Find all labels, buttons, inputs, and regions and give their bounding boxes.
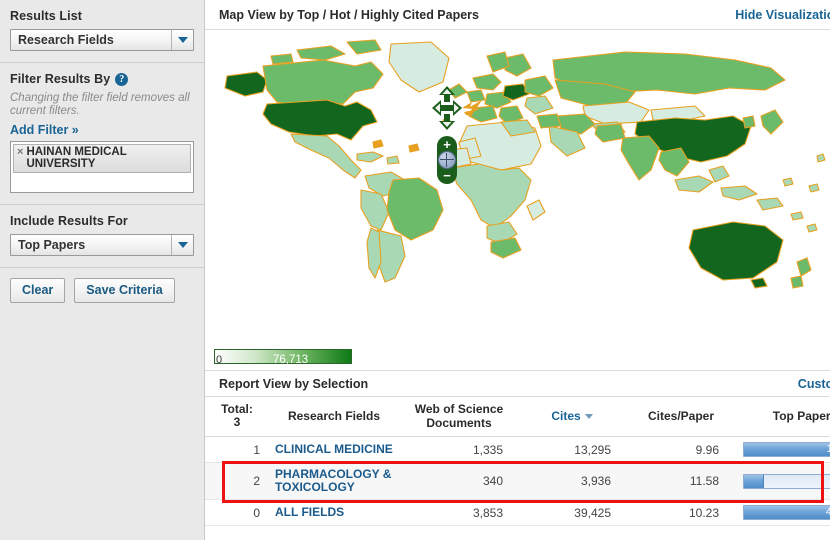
table-header-row: Total: 3 Research Fields Web of Science … (205, 397, 830, 437)
help-icon[interactable]: ? (115, 72, 129, 86)
row-cites: 3,936 (519, 462, 625, 500)
row-cites: 39,425 (519, 499, 625, 526)
filter-chip-label: HAINAN MEDICAL UNIVERSITY (26, 146, 127, 170)
globe-icon[interactable] (438, 151, 456, 169)
wos-line2: Documents (426, 416, 492, 430)
map-navigation-controls[interactable]: + − (432, 86, 482, 184)
col-header-cites[interactable]: Cites (519, 397, 625, 437)
filter-results-label: Filter Results By (10, 72, 111, 86)
include-results-select[interactable]: Top Papers (10, 234, 194, 256)
add-filter-link[interactable]: Add Filter » (10, 123, 194, 137)
zoom-out-button[interactable]: − (437, 169, 457, 182)
pan-compass-icon[interactable] (432, 86, 482, 130)
row-wos-documents: 1,335 (399, 436, 519, 463)
row-wos-documents: 340 (399, 462, 519, 500)
row-rank: 0 (253, 505, 260, 520)
row-rank: 1 (253, 442, 260, 457)
sidebar: Results List Research Fields Filter Resu… (0, 0, 205, 540)
research-field-link[interactable]: ALL FIELDS (275, 506, 393, 519)
top-papers-value: 42 (826, 506, 830, 519)
close-icon[interactable]: × (17, 146, 23, 158)
col-header-cites-per-paper: Cites/Paper (625, 397, 737, 437)
col-header-research-fields: Research Fields (269, 397, 399, 437)
row-cites-per-paper: 10.23 (625, 499, 737, 526)
report-header: Report View by Selection Customize (205, 370, 830, 397)
research-field-link[interactable]: CLINICAL MEDICINE (275, 443, 393, 456)
filter-results-title: Filter Results By ? (10, 72, 194, 86)
chevron-down-icon[interactable] (171, 30, 193, 50)
total-label: Total: (221, 402, 253, 416)
legend-max-value: 76,713 (273, 354, 309, 366)
results-list-section: Results List Research Fields (0, 0, 204, 63)
hide-visualization-button[interactable]: Hide Visualization (735, 8, 830, 22)
wos-line1: Web of Science (414, 402, 504, 416)
row-cites: 13,295 (519, 436, 625, 463)
visualization-header: Map View by Top / Hot / Highly Cited Pap… (205, 0, 830, 30)
total-value: 3 (233, 415, 241, 429)
top-papers-bar-fill (744, 474, 764, 488)
col-header-top-papers: Top Papers (737, 397, 830, 437)
results-list-value: Research Fields (18, 33, 114, 47)
top-papers-bar: 11 (743, 442, 830, 457)
chevron-down-icon[interactable] (171, 235, 193, 255)
map-view[interactable]: + − 0 76,713 (205, 30, 830, 370)
table-body: 1 CLINICAL MEDICINE 1,335 13,295 9.96 11… (205, 436, 830, 526)
map-zoom-slider[interactable]: + − (437, 136, 457, 184)
table-head: Total: 3 Research Fields Web of Science … (205, 397, 830, 437)
include-results-title: Include Results For (10, 214, 128, 228)
map-view-title: Map View by Top / Hot / Highly Cited Pap… (219, 7, 479, 22)
include-results-section: Include Results For Top Papers (0, 205, 204, 268)
row-wos-documents: 3,853 (399, 499, 519, 526)
results-list-select[interactable]: Research Fields (10, 29, 194, 51)
row-rank: 2 (253, 474, 260, 488)
filter-results-section: Filter Results By ? Changing the filter … (0, 63, 204, 205)
report-table: Total: 3 Research Fields Web of Science … (205, 397, 830, 526)
results-list-title: Results List (10, 9, 83, 23)
app-root: Results List Research Fields Filter Resu… (0, 0, 830, 540)
top-papers-value: 11 (827, 443, 830, 456)
filter-chip[interactable]: × HAINAN MEDICAL UNIVERSITY (13, 144, 191, 173)
table-row[interactable]: 1 CLINICAL MEDICINE 1,335 13,295 9.96 11 (205, 436, 830, 463)
col-header-wos-documents: Web of Science Documents (399, 397, 519, 437)
cites-sort-label[interactable]: Cites (551, 409, 580, 423)
row-cites-per-paper: 9.96 (625, 436, 737, 463)
filter-note: Changing the filter field removes all cu… (10, 92, 190, 117)
hide-visualization-label: Hide Visualization (735, 7, 830, 22)
top-papers-bar: 42 (743, 505, 830, 520)
filter-chip-list[interactable]: × HAINAN MEDICAL UNIVERSITY (10, 141, 194, 193)
legend-min-value: 0 (216, 354, 223, 366)
row-cites-per-paper: 11.58 (625, 462, 737, 500)
research-field-link[interactable]: PHARMACOLOGY & TOXICOLOGY (275, 468, 393, 494)
world-choropleth-map[interactable] (205, 30, 826, 340)
report-view-title: Report View by Selection (219, 376, 369, 391)
top-papers-bar: 2 (743, 473, 830, 489)
clear-button[interactable]: Clear (10, 278, 66, 303)
sort-desc-icon[interactable] (584, 414, 593, 420)
save-criteria-button[interactable]: Save Criteria (74, 278, 175, 303)
sidebar-button-row: Clear Save Criteria (0, 268, 204, 303)
main-panel: Map View by Top / Hot / Highly Cited Pap… (205, 0, 830, 540)
customize-link[interactable]: Customize (798, 377, 830, 391)
include-results-value: Top Papers (18, 238, 86, 252)
top-papers-bar-fill (744, 443, 830, 456)
table-row[interactable]: 2 PHARMACOLOGY & TOXICOLOGY 340 3,936 11… (205, 462, 830, 500)
col-header-total: Total: 3 (205, 397, 269, 437)
table-row[interactable]: 0 ALL FIELDS 3,853 39,425 10.23 42 (205, 499, 830, 526)
zoom-in-button[interactable]: + (437, 138, 457, 151)
top-papers-bar-fill (744, 506, 830, 519)
